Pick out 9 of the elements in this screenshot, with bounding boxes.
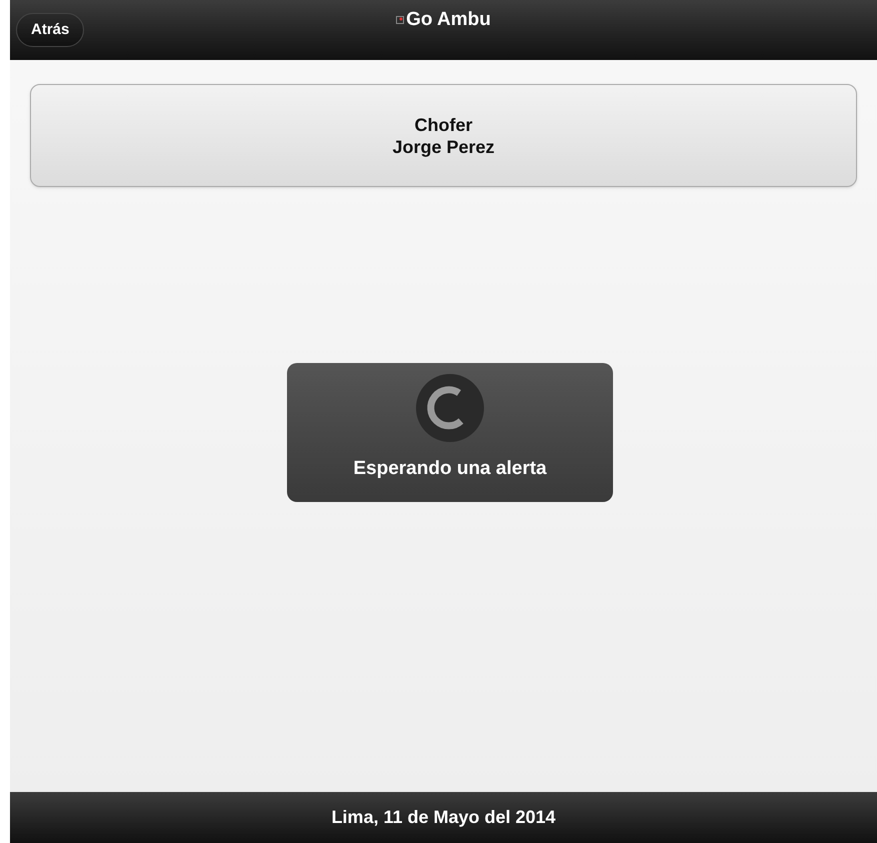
driver-card[interactable]: Chofer Jorge Perez [30,84,857,187]
app-title: Go Ambu [406,8,491,32]
loading-message: Esperando una alerta [353,457,547,481]
back-button[interactable]: Atrás [16,13,84,47]
broken-image-icon [396,16,404,24]
footer-date: Lima, 11 de Mayo del 2014 [331,806,556,829]
driver-role: Chofer [414,114,472,136]
spinner-icon [415,373,485,443]
driver-name: Jorge Perez [392,136,495,158]
